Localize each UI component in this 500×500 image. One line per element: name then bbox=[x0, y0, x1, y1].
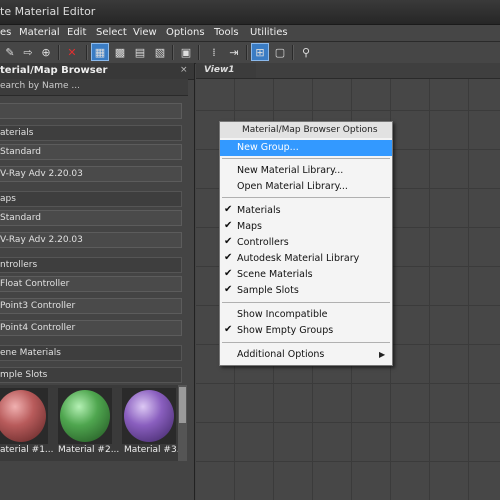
item-standard-material[interactable]: Standard bbox=[0, 144, 182, 160]
slot-label: Material #2... bbox=[58, 445, 120, 455]
group-controllers[interactable]: ntrollers bbox=[0, 257, 182, 273]
menu-separator bbox=[222, 197, 390, 198]
menu-header: Material/Map Browser Options bbox=[220, 122, 392, 138]
group-maps[interactable]: aps bbox=[0, 191, 182, 207]
menu-item-additional-options[interactable]: Additional Options ▶ bbox=[220, 347, 392, 363]
check-icon: ✔ bbox=[224, 252, 233, 263]
menu-bar: es Material Edit Select View Options Too… bbox=[0, 25, 500, 42]
sample-slot[interactable] bbox=[58, 388, 112, 444]
menu-view[interactable]: View bbox=[133, 27, 157, 38]
menu-options[interactable]: Options bbox=[166, 27, 205, 38]
menu-item-new-group[interactable]: New Group... bbox=[220, 140, 392, 156]
tab-view1[interactable]: View1 bbox=[196, 63, 257, 79]
check-icon: ✔ bbox=[224, 236, 233, 247]
grid-icon[interactable]: ▤ bbox=[132, 44, 148, 60]
browser-row[interactable] bbox=[0, 103, 182, 119]
menu-tools[interactable]: Tools bbox=[214, 27, 239, 38]
sample-slot[interactable] bbox=[122, 388, 176, 444]
menu-item-scene-materials[interactable]: ✔ Scene Materials bbox=[220, 267, 392, 283]
material-sphere bbox=[60, 390, 110, 442]
item-point4-controller[interactable]: Point4 Controller bbox=[0, 320, 182, 336]
checker-icon[interactable]: ▩ bbox=[112, 44, 128, 60]
scrollbar-thumb[interactable] bbox=[179, 387, 186, 423]
check-icon: ✔ bbox=[224, 204, 233, 215]
item-vray-map[interactable]: V-Ray Adv 2.20.03 bbox=[0, 232, 182, 248]
menu-edit[interactable]: Edit bbox=[67, 27, 86, 38]
tree-icon[interactable]: ⊞ bbox=[251, 43, 269, 61]
sample-slots-panel: aterial #1... Material #2... Material #3… bbox=[0, 385, 180, 461]
group-materials[interactable]: aterials bbox=[0, 125, 182, 141]
menu-separator bbox=[222, 342, 390, 343]
browser-options-menu: Material/Map Browser Options New Group..… bbox=[219, 121, 393, 366]
menu-item-sample-slots[interactable]: ✔ Sample Slots bbox=[220, 283, 392, 299]
separator bbox=[58, 45, 60, 60]
slot-label: Material #3. bbox=[124, 445, 180, 455]
separator bbox=[172, 45, 174, 60]
separator bbox=[86, 45, 88, 60]
group-sample-slots[interactable]: mple Slots bbox=[0, 367, 182, 383]
browser-title: terial/Map Browser bbox=[0, 65, 108, 76]
menu-utilities[interactable]: Utilities bbox=[250, 27, 288, 38]
check-icon: ✔ bbox=[224, 284, 233, 295]
search-placeholder: earch by Name ... bbox=[0, 81, 80, 91]
menu-item-show-incompatible[interactable]: Show Incompatible bbox=[220, 307, 392, 323]
slot-label: aterial #1... bbox=[0, 445, 54, 455]
menu-item-autodesk-material-library[interactable]: ✔ Autodesk Material Library bbox=[220, 251, 392, 267]
check-icon: ✔ bbox=[224, 220, 233, 231]
item-standard-map[interactable]: Standard bbox=[0, 210, 182, 226]
navigate-icon[interactable]: ⇥ bbox=[226, 44, 242, 60]
menu-modes[interactable]: es bbox=[0, 27, 11, 38]
view-tab-label: View1 bbox=[204, 65, 235, 75]
zoom-icon[interactable]: ⚲ bbox=[298, 44, 314, 60]
menu-item-open-material-library[interactable]: Open Material Library... bbox=[220, 179, 392, 195]
menu-item-materials[interactable]: ✔ Materials bbox=[220, 203, 392, 219]
menu-separator bbox=[222, 158, 390, 159]
material-map-browser: terial/Map Browser × earch by Name ... a… bbox=[0, 63, 195, 500]
window-title: te Material Editor bbox=[0, 5, 96, 18]
menu-item-controllers[interactable]: ✔ Controllers bbox=[220, 235, 392, 251]
toolbar: ✎ ⇨ ⊕ ✕ ▦ ▩ ▤ ▧ ▣ ⁞ ⇥ ⊞ ▢ ⚲ bbox=[0, 42, 500, 64]
item-vray-material[interactable]: V-Ray Adv 2.20.03 bbox=[0, 166, 182, 182]
menu-item-maps[interactable]: ✔ Maps bbox=[220, 219, 392, 235]
delete-icon[interactable]: ✕ bbox=[64, 44, 80, 60]
item-float-controller[interactable]: Float Controller bbox=[0, 276, 182, 292]
submenu-arrow-icon: ▶ bbox=[379, 350, 386, 359]
close-icon[interactable]: × bbox=[180, 65, 188, 75]
check-icon: ✔ bbox=[224, 268, 233, 279]
menu-item-show-empty-groups[interactable]: ✔ Show Empty Groups bbox=[220, 323, 392, 339]
sample-slot[interactable] bbox=[0, 388, 48, 444]
menu-separator bbox=[222, 302, 390, 303]
layout-icon[interactable]: ▦ bbox=[91, 43, 109, 61]
eyedropper-icon[interactable]: ✎ bbox=[2, 44, 18, 60]
item-point3-controller[interactable]: Point3 Controller bbox=[0, 298, 182, 314]
arrange-icon[interactable]: ⁞ bbox=[206, 44, 222, 60]
browser-header: terial/Map Browser × bbox=[0, 63, 194, 80]
assign-icon[interactable]: ⇨ bbox=[20, 44, 36, 60]
hide-icon[interactable]: ▣ bbox=[178, 44, 194, 60]
separator bbox=[246, 45, 248, 60]
view-tab-strip bbox=[256, 63, 500, 79]
search-input[interactable]: earch by Name ... bbox=[0, 79, 188, 96]
separator bbox=[292, 45, 294, 60]
separator bbox=[198, 45, 200, 60]
map-icon[interactable]: ▧ bbox=[152, 44, 168, 60]
slots-scrollbar[interactable] bbox=[178, 385, 187, 461]
material-sphere bbox=[124, 390, 174, 442]
title-bar: te Material Editor bbox=[0, 0, 500, 25]
menu-select[interactable]: Select bbox=[96, 27, 127, 38]
material-sphere bbox=[0, 390, 46, 442]
menu-material[interactable]: Material bbox=[19, 27, 60, 38]
menu-item-new-material-library[interactable]: New Material Library... bbox=[220, 163, 392, 179]
put-to-scene-icon[interactable]: ⊕ bbox=[38, 44, 54, 60]
check-icon: ✔ bbox=[224, 324, 233, 335]
group-scene-materials[interactable]: ene Materials bbox=[0, 345, 182, 361]
params-icon[interactable]: ▢ bbox=[272, 44, 288, 60]
